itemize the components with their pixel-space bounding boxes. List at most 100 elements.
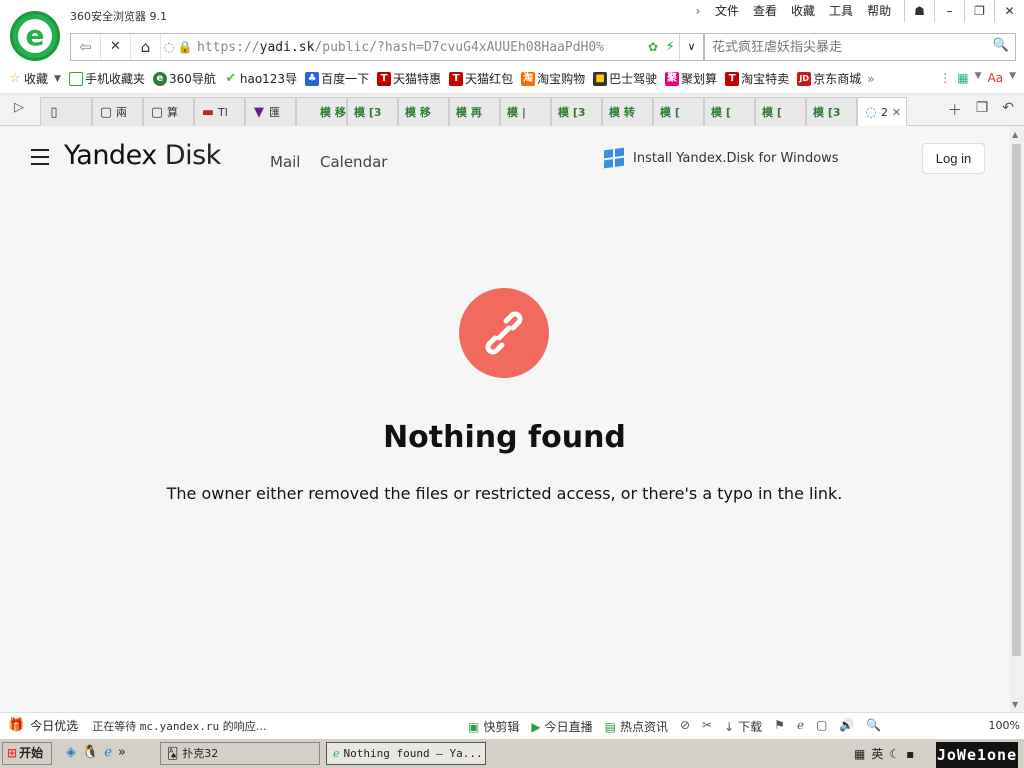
install-disk-link[interactable]: Install Yandex.Disk for Windows [604, 147, 839, 169]
bookmark-mobile[interactable]: 手机收藏夹 [68, 70, 145, 87]
login-button[interactable]: Log in [922, 143, 985, 174]
url-dropdown-button[interactable]: ∨ [679, 34, 703, 60]
tab-7[interactable]: 模 移 [398, 97, 449, 126]
chevron-right-icon[interactable]: › [688, 4, 708, 18]
chevron-down-icon[interactable]: ▼ [54, 74, 61, 84]
menu-file[interactable]: 文件 [708, 4, 746, 18]
tab-14[interactable]: 模 [ [755, 97, 806, 126]
apps-dropdown-icon[interactable]: ▼ [975, 71, 982, 85]
bookmark-taobao-sale[interactable]: T 淘宝特卖 [725, 70, 789, 87]
tab-15[interactable]: 模 [3 [806, 97, 857, 126]
close-button[interactable]: ✕ [994, 0, 1024, 22]
tab-12[interactable]: 模 [ [653, 97, 704, 126]
bookmark-favorites[interactable]: ☆ 收藏 ▼ [8, 70, 61, 87]
ie-icon[interactable]: ℯ [104, 745, 112, 760]
bookmark-jd[interactable]: JD 京东商城» [797, 70, 875, 87]
back-button[interactable]: ⇦ [71, 34, 101, 60]
loading-status: 正在等待 mc.yandex.ru 的响应… [92, 719, 267, 733]
sidebar-toggle-icon[interactable]: ▷ [14, 100, 24, 115]
url-field[interactable]: https://yadi.sk/public/?hash=D7cvuG4xAUU… [193, 40, 645, 55]
zoom-level[interactable]: 100% [989, 719, 1020, 732]
daily-picks-link[interactable]: 今日优选 [30, 717, 78, 734]
tab-10[interactable]: 模 [3 [551, 97, 602, 126]
menu-help[interactable]: 帮助 [860, 4, 898, 18]
search-input[interactable] [705, 34, 985, 60]
scroll-up-icon[interactable]: ▲ [1012, 130, 1018, 139]
task-browser[interactable]: ℯ Nothing found — Ya... [326, 742, 486, 765]
clock[interactable]: JoWe1one [936, 742, 1018, 768]
taskbar: ⊞ 开始 ◈ 🐧 ℯ » 🂡 扑克32 ℯ Nothing found — Ya...… [0, 738, 1024, 768]
bookmark-juhuasuan[interactable]: 聚聚划算 [665, 70, 717, 87]
page-scrollbar[interactable]: ▲ ▼ [1009, 126, 1024, 712]
qq-icon[interactable]: 🐧 [82, 745, 98, 760]
flag-icon[interactable]: ⚑ [774, 718, 785, 735]
translate-icon[interactable]: Aa [988, 71, 1004, 85]
bookmark-tmall[interactable]: T 天猫特惠 [377, 70, 441, 87]
more-quick-icon[interactable]: » [118, 745, 126, 760]
restore-button[interactable]: ❐ [964, 0, 994, 22]
zoom-icon[interactable]: 🔍 [866, 718, 881, 735]
bookmark-hao123[interactable]: ✔ hao123导 [223, 70, 297, 87]
bookmark-bus-game[interactable]: ■ 巴士驾驶 [593, 70, 657, 87]
bookmark-tmall-redpack[interactable]: T 天猫红包 [449, 70, 513, 87]
stop-button[interactable]: ✕ [101, 34, 131, 60]
tab-13[interactable]: 模 [ [704, 97, 755, 126]
tab-3[interactable]: ▬ Tl [194, 97, 245, 126]
start-button[interactable]: ⊞ 开始 [2, 742, 52, 765]
tab-2[interactable]: ▢ 算 [143, 97, 194, 126]
minimize-button[interactable]: – [934, 0, 964, 22]
more-bookmarks-icon[interactable]: » [867, 72, 874, 86]
ime-icon[interactable]: ▦ [854, 747, 865, 761]
menu-icon[interactable] [31, 149, 49, 165]
tab-6[interactable]: 模 [3 [347, 97, 398, 126]
tools-icon[interactable]: ✂ [702, 718, 712, 735]
tab-11[interactable]: 模 转 [602, 97, 653, 126]
hot-news-item[interactable]: ▤ 热点资讯 [605, 718, 668, 735]
bookmark-360nav[interactable]: e 360导航 [152, 70, 216, 87]
undo-close-icon[interactable]: ↶ [1002, 100, 1014, 120]
scroll-down-icon[interactable]: ▼ [1012, 700, 1018, 709]
home-button[interactable]: ⌂ [131, 34, 161, 60]
tab-9[interactable]: 模 | [500, 97, 551, 126]
speed-mode-icon[interactable]: ⚡ [661, 39, 679, 55]
tab-active[interactable]: ◌ 2 ✕ [857, 97, 907, 126]
download-item[interactable]: ↓ 下载 [724, 718, 762, 735]
window-icon[interactable]: ▢ [816, 718, 827, 735]
tab-4[interactable]: ▼ 匯 [245, 97, 296, 126]
network-icon[interactable]: ◈ [66, 745, 76, 760]
new-tab-icon[interactable]: ＋ [948, 100, 962, 120]
tab-5[interactable]: 模 移 [296, 97, 347, 126]
tab-8[interactable]: 模 再 [449, 97, 500, 126]
browser-logo-icon[interactable]: e [10, 11, 60, 61]
task-poker[interactable]: 🂡 扑克32 [160, 742, 320, 765]
volume-icon[interactable]: 🔊 [839, 718, 854, 735]
quick-clip-item[interactable]: ▣ 快剪辑 [468, 718, 519, 735]
menu-tools[interactable]: 工具 [822, 4, 860, 18]
windows-icon [604, 147, 624, 169]
yandex-disk-logo[interactable]: Yandex Disk [64, 140, 221, 171]
search-icon[interactable]: 🔍 [993, 38, 1009, 53]
live-item[interactable]: ▶ 今日直播 [531, 718, 592, 735]
more-options-icon[interactable]: ⋮ [939, 71, 951, 85]
close-tab-icon[interactable]: ✕ [892, 106, 901, 119]
refresh-sync-icon[interactable]: ✿ [645, 40, 661, 54]
lock-icon[interactable]: 🔒 [177, 40, 193, 54]
speed-icon[interactable]: ⊘ [680, 718, 690, 735]
skin-icon[interactable]: ☗ [904, 0, 934, 22]
tab-list-icon[interactable]: ❐ [976, 100, 989, 120]
settings-icon[interactable]: ▪ [906, 747, 914, 761]
tab-phone[interactable]: ▯ [40, 97, 92, 126]
menu-favorites[interactable]: 收藏 [784, 4, 822, 18]
translate-dropdown-icon[interactable]: ▼ [1009, 71, 1016, 85]
bookmark-taobao[interactable]: 淘淘宝购物 [521, 70, 585, 87]
bookmark-baidu[interactable]: ♣ 百度一下 [305, 70, 369, 87]
moon-icon[interactable]: ☾ [889, 747, 900, 761]
nav-calendar-link[interactable]: Calendar [320, 153, 387, 171]
menu-view[interactable]: 查看 [746, 4, 784, 18]
ime-language[interactable]: 英 [871, 745, 883, 762]
apps-grid-icon[interactable]: ▦ [957, 71, 968, 85]
ie-icon[interactable]: ℯ [797, 718, 804, 735]
tab-1[interactable]: ▢ 兩 [92, 97, 143, 126]
nav-mail-link[interactable]: Mail [270, 153, 300, 171]
scrollbar-thumb[interactable] [1012, 144, 1021, 656]
